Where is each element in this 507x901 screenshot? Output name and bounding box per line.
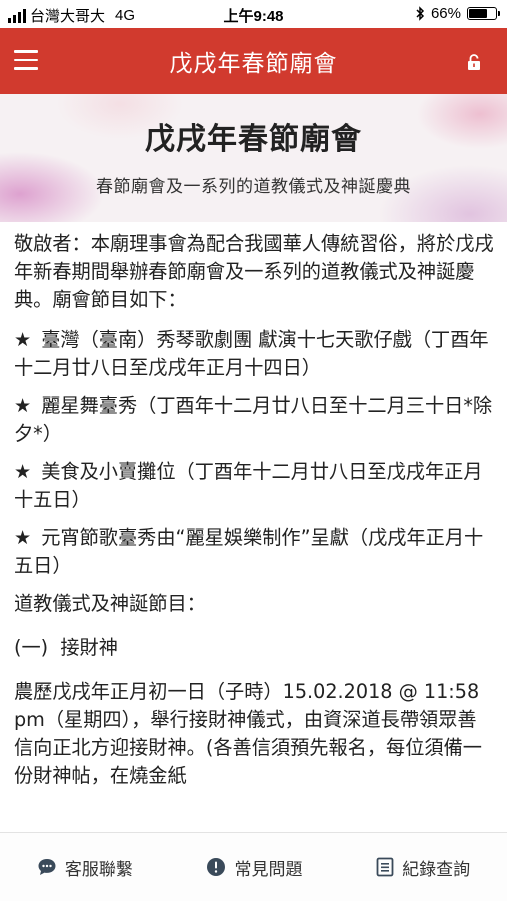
lock-icon[interactable]	[467, 54, 481, 70]
faq-label: 常見問題	[234, 859, 303, 880]
star-icon: ★	[14, 328, 32, 351]
battery-icon	[467, 7, 500, 20]
intro-paragraph: 敬啟者：本廟理事會為配合我國華人傳統習俗，將於戊戌年新春期間舉辦春節廟會及一系列…	[14, 232, 494, 311]
star-icon: ★	[14, 526, 32, 549]
customer-service-label: 客服聯繫	[64, 859, 133, 880]
star-icon: ★	[14, 394, 32, 417]
bluetooth-icon	[416, 6, 425, 21]
exclamation-circle-icon	[207, 858, 226, 876]
records-tab[interactable]: 紀錄查詢	[376, 855, 470, 880]
list-item: ★ 麗星舞臺秀（丁酉年十二月廿八日至十二月三十日*除夕*）	[14, 392, 494, 448]
banner: 戊戌年春節廟會 春節廟會及一系列的道教儀式及神誕慶典	[0, 94, 507, 222]
star-icon: ★	[14, 460, 32, 483]
section-title: 道教儀式及神誕節目：	[14, 592, 206, 615]
status-right: 66%	[416, 5, 500, 22]
list-document-icon	[376, 857, 394, 877]
app-header: 戊戌年春節廟會	[0, 28, 507, 94]
banner-title: 戊戌年春節廟會	[145, 122, 362, 157]
records-label: 紀錄查詢	[402, 859, 471, 880]
faq-tab[interactable]: 常見問題	[206, 855, 302, 880]
list-item: ★ 臺灣（臺南）秀琴歌劇團 獻演十七天歌仔戲（丁酉年十二月廿八日至戊戌年正月十四日…	[14, 326, 494, 382]
list-item-text: 臺灣（臺南）秀琴歌劇團 獻演十七天歌仔戲（丁酉年十二月廿八日至戊戌年正月十四日）	[14, 328, 489, 379]
body-paragraph: 農歷戊戌年正月初一日（子時）15.02.2018 @ 11:58 pm（星期四）…	[14, 680, 482, 787]
article-content: 敬啟者：本廟理事會為配合我國華人傳統習俗，將於戊戌年新春期間舉辦春節廟會及一系列…	[14, 230, 494, 830]
banner-subtitle: 春節廟會及一系列的道教儀式及神誕慶典	[96, 177, 411, 197]
hamburger-menu-icon[interactable]	[14, 50, 38, 70]
list-item-text: 美食及小賣攤位（丁酉年十二月廿八日至戊戌年正月十五日）	[14, 460, 483, 511]
header-title: 戊戌年春節廟會	[169, 51, 338, 77]
chat-bubble-icon	[38, 859, 56, 875]
list-item-text: 麗星舞臺秀（丁酉年十二月廿八日至十二月三十日*除夕*）	[14, 394, 493, 445]
list-item: ★ 美食及小賣攤位（丁酉年十二月廿八日至戊戌年正月十五日）	[14, 458, 494, 514]
sub-section-title: (一) 接財神	[14, 636, 118, 659]
list-item-text: 元宵節歌臺秀由“麗星娛樂制作”呈獻（戊戌年正月十五日）	[14, 526, 484, 577]
bottom-nav: 客服聯繫 常見問題 紀錄查詢	[0, 832, 507, 901]
status-bar: 台灣大哥大 4G 上午9:48 66%	[0, 0, 507, 28]
battery-percent: 66%	[430, 5, 461, 22]
list-item: ★ 元宵節歌臺秀由“麗星娛樂制作”呈獻（戊戌年正月十五日）	[14, 524, 494, 580]
customer-service-tab[interactable]: 客服聯繫	[37, 855, 133, 880]
